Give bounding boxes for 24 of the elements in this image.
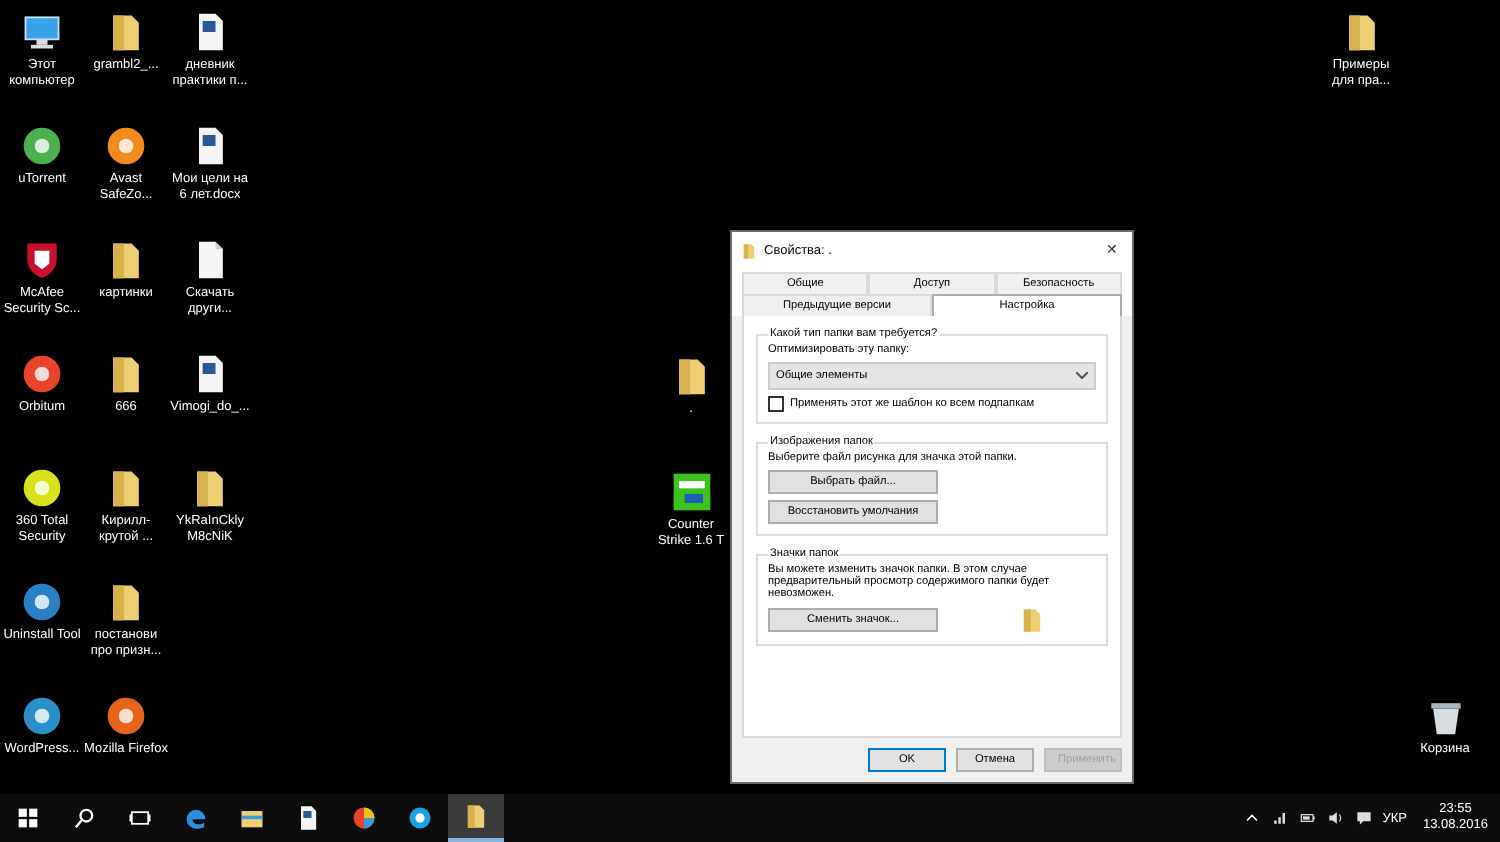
taskbar-button[interactable] [448,794,504,842]
folder-icon [1018,606,1046,634]
folder-icon [462,802,490,830]
app-icon[interactable] [104,124,148,168]
app-icon[interactable] [20,124,64,168]
app-icon[interactable] [20,352,64,396]
search-icon [70,804,98,832]
app-icon [350,804,378,832]
app-icon[interactable] [20,466,64,510]
app-icon[interactable] [20,694,64,738]
app-icon[interactable] [20,580,64,624]
battery-icon[interactable] [1298,808,1319,828]
game-icon[interactable] [669,470,713,514]
network-icon[interactable] [1270,808,1291,828]
edge-icon [182,804,210,832]
app-icon[interactable] [104,694,148,738]
speaker-icon[interactable] [1326,808,1347,828]
checkbox[interactable] [768,396,784,412]
computer-icon[interactable] [20,10,64,54]
caret-icon [1076,372,1088,380]
folder-icon [740,241,758,259]
windows-icon [14,804,42,832]
skype-icon [406,804,434,832]
message-icon[interactable] [1354,808,1375,828]
